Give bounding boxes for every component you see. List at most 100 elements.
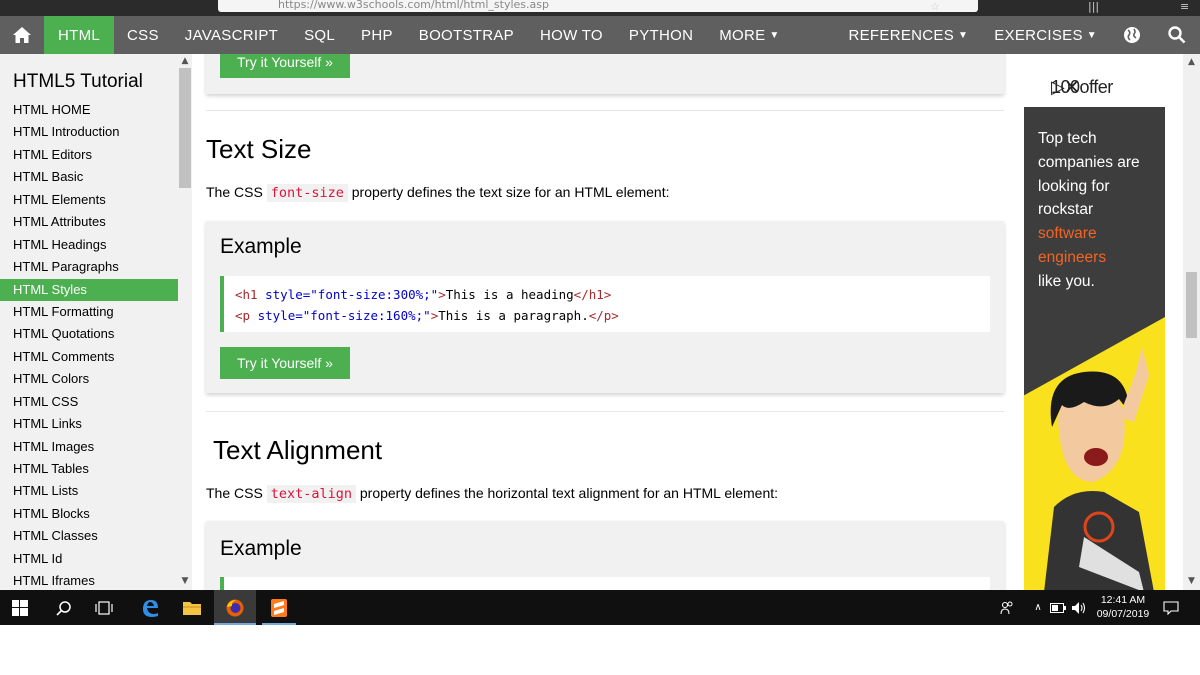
nav-php[interactable]: PHP xyxy=(348,16,406,54)
scroll-down-icon[interactable]: ▼ xyxy=(1183,576,1200,586)
nav-sql[interactable]: SQL xyxy=(291,16,348,54)
nav-javascript[interactable]: JAVASCRIPT xyxy=(172,16,291,54)
sidebar-item[interactable]: HTML Lists xyxy=(0,480,178,502)
search-taskbar-button[interactable] xyxy=(44,590,84,625)
code-example: <h1 style="font-size:300%;">This is a he… xyxy=(220,276,990,332)
ad-close-icon[interactable]: ▷✕ xyxy=(1051,77,1161,98)
sidebar-list: HTML HOME HTML Introduction HTML Editors… xyxy=(0,99,178,593)
library-icon[interactable]: ||| xyxy=(1088,0,1099,13)
file-explorer-button[interactable] xyxy=(172,590,212,625)
section-heading: Text Size xyxy=(206,134,312,164)
try-it-button[interactable]: Try it Yourself » xyxy=(220,54,350,78)
scroll-up-icon[interactable]: ▲ xyxy=(1183,57,1200,67)
ad-line: rockstar xyxy=(1038,201,1094,219)
action-center-button[interactable] xyxy=(1156,590,1186,625)
try-it-button[interactable]: Try it Yourself » xyxy=(220,347,350,379)
ad-line: looking for xyxy=(1038,177,1110,195)
sidebar-item[interactable]: HTML HOME xyxy=(0,99,178,121)
home-button[interactable] xyxy=(0,16,44,54)
page-scroll-thumb[interactable] xyxy=(1186,272,1197,338)
code-line: <p style="font-size:160%;">This is a par… xyxy=(235,308,619,323)
globe-button[interactable] xyxy=(1110,16,1154,54)
sidebar-item[interactable]: HTML CSS xyxy=(0,391,178,413)
advertisement[interactable]: 100offer ▷✕ Top tech companies are looki… xyxy=(1024,67,1165,590)
people-button[interactable] xyxy=(996,590,1018,625)
nav-python[interactable]: PYTHON xyxy=(616,16,706,54)
home-icon xyxy=(13,27,31,43)
nav-more[interactable]: MORE ▼ xyxy=(706,16,792,54)
ad-line: like you. xyxy=(1038,272,1095,290)
taskbar: ∧ 12:41 AM 09/07/2019 xyxy=(0,590,1200,625)
edge-icon xyxy=(143,599,158,617)
firefox-button[interactable] xyxy=(214,590,256,625)
para-text: property defines the horizontal text ali… xyxy=(355,485,779,501)
start-button[interactable] xyxy=(0,590,40,625)
example-card: Example <h1 style="font-size:300%;">This… xyxy=(206,221,1004,393)
nav-html[interactable]: HTML xyxy=(44,16,115,54)
example-card: Example xyxy=(206,521,1004,590)
blank-area xyxy=(0,625,1200,675)
volume-icon[interactable] xyxy=(1068,590,1090,625)
chevron-up-icon[interactable]: ∧ xyxy=(1030,590,1046,625)
sidebar-item[interactable]: HTML Quotations xyxy=(0,323,178,345)
ad-line: Top tech xyxy=(1038,130,1097,147)
globe-icon xyxy=(1124,27,1140,43)
sidebar-item[interactable]: HTML Formatting xyxy=(0,301,178,323)
sidebar-item[interactable]: HTML Tables xyxy=(0,458,178,480)
sidebar-item[interactable]: HTML Blocks xyxy=(0,503,178,525)
sidebar-item[interactable]: HTML Paragraphs xyxy=(0,256,178,278)
sidebar-scroll-thumb[interactable] xyxy=(179,68,191,188)
sidebar-item[interactable]: HTML Basic xyxy=(0,166,178,188)
people-icon xyxy=(1000,601,1013,614)
page-scrollbar[interactable]: ▲ ▼ xyxy=(1183,54,1200,590)
sidebar-item[interactable]: HTML Introduction xyxy=(0,121,178,143)
scroll-up-icon[interactable]: ▲ xyxy=(178,56,192,66)
battery-icon[interactable] xyxy=(1048,590,1068,625)
edge-button[interactable] xyxy=(130,590,170,625)
sidebar-item[interactable]: HTML Editors xyxy=(0,144,178,166)
ad-line-highlight: software xyxy=(1038,225,1097,243)
sidebar-item[interactable]: HTML Classes xyxy=(0,525,178,547)
task-view-button[interactable] xyxy=(84,590,124,625)
nav-references[interactable]: REFERENCES ▼ xyxy=(836,16,982,54)
inline-code: font-size xyxy=(266,184,348,202)
scroll-down-icon[interactable]: ▼ xyxy=(178,576,192,586)
example-card-previous: Try it Yourself » xyxy=(206,54,1004,94)
system-clock[interactable]: 12:41 AM 09/07/2019 xyxy=(1092,593,1154,621)
sidebar-item[interactable]: HTML Images xyxy=(0,436,178,458)
bookmark-icon[interactable]: ☆ xyxy=(930,0,940,13)
divider xyxy=(206,411,1004,412)
sidebar-item[interactable]: HTML Elements xyxy=(0,189,178,211)
notification-icon xyxy=(1163,600,1179,615)
main-content: Try it Yourself » Text Size The CSS font… xyxy=(192,54,1022,590)
sidebar-item[interactable]: HTML Links xyxy=(0,413,178,435)
divider xyxy=(206,110,1004,111)
sidebar-item[interactable]: HTML Attributes xyxy=(0,211,178,233)
code-line: <h1 style="font-size:300%;">This is a he… xyxy=(235,287,612,302)
menu-icon[interactable]: ≡ xyxy=(1180,0,1189,13)
rockstar-illustration xyxy=(1044,347,1154,590)
section-paragraph: The CSS font-size property defines the t… xyxy=(206,184,670,202)
sidebar-scrollbar[interactable]: ▲ ▼ xyxy=(178,54,192,590)
ad-line: companies are xyxy=(1038,153,1140,171)
sublime-icon xyxy=(271,598,287,617)
example-heading: Example xyxy=(220,537,302,560)
sublime-button[interactable] xyxy=(258,590,300,625)
ad-logo: 100offer ▷✕ xyxy=(1024,67,1165,107)
windows-icon xyxy=(12,599,28,616)
sidebar-item[interactable]: HTML Comments xyxy=(0,346,178,368)
nav-right-group: REFERENCES ▼ EXERCISES ▼ xyxy=(836,16,1200,54)
sidebar-item-active[interactable]: HTML Styles xyxy=(0,278,178,301)
nav-how-to[interactable]: HOW TO xyxy=(527,16,616,54)
caret-down-icon: ▼ xyxy=(769,29,780,41)
sidebar-item[interactable]: HTML Colors xyxy=(0,368,178,390)
nav-exercises-label: EXERCISES xyxy=(994,26,1083,44)
search-button[interactable] xyxy=(1154,16,1200,54)
nav-css[interactable]: CSS xyxy=(114,16,172,54)
nav-exercises[interactable]: EXERCISES ▼ xyxy=(981,16,1110,54)
nav-bootstrap[interactable]: BOOTSTRAP xyxy=(406,16,527,54)
ad-copy: Top tech companies are looking for rocks… xyxy=(1038,127,1164,294)
address-bar[interactable]: https://www.w3schools.com/html/html_styl… xyxy=(218,0,978,12)
sidebar-item[interactable]: HTML Headings xyxy=(0,234,178,256)
sidebar-item[interactable]: HTML Id xyxy=(0,548,178,570)
